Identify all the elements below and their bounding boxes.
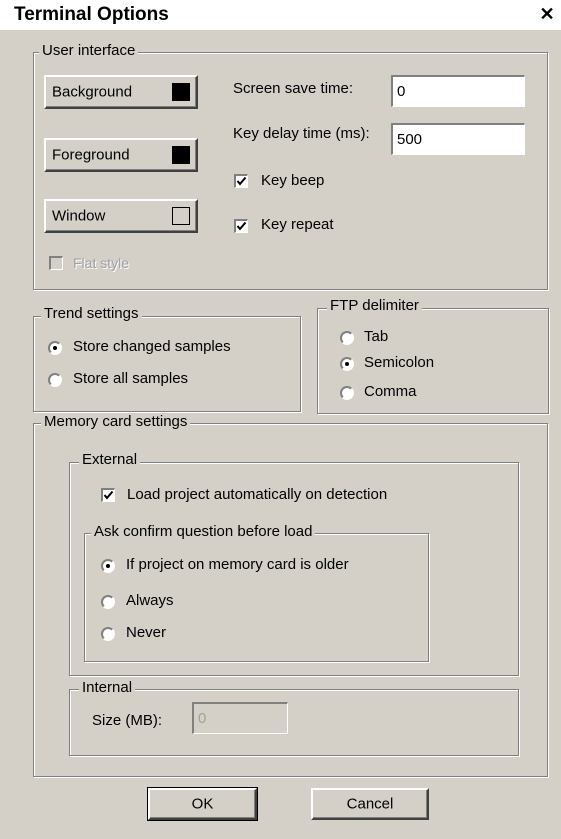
internal-legend: Internal [79,679,136,697]
store-changed-samples-radio[interactable] [48,341,62,355]
screen-save-label: Screen save time: [233,80,354,97]
ftp-tab-radio[interactable] [340,331,354,345]
key-delay-input[interactable] [391,123,525,155]
store-all-samples-radio[interactable] [48,373,62,387]
ftp-comma-radio[interactable] [340,386,354,400]
window-button[interactable]: Window [44,199,198,233]
close-icon[interactable]: ✕ [539,5,555,23]
trend-settings-group [33,316,301,412]
title-bar: Terminal Options ✕ [0,0,561,30]
background-color-swatch [172,83,190,101]
key-beep-checkbox[interactable] [234,174,248,188]
ok-button-label: OK [191,795,214,813]
confirm-never-radio[interactable] [101,627,115,641]
cancel-button[interactable]: Cancel [311,788,429,820]
load-project-auto-label: Load project automatically on detection [127,486,388,503]
internal-size-input[interactable] [192,702,288,734]
screen-save-input[interactable] [391,75,525,107]
window-color-swatch [172,207,190,225]
load-project-auto-checkbox[interactable] [101,488,115,502]
ask-confirm-legend: Ask confirm question before load [91,523,316,541]
ftp-tab-label: Tab [364,328,389,345]
flat-style-checkbox[interactable] [49,256,63,270]
key-beep-label: Key beep [261,172,325,189]
ftp-semicolon-radio[interactable] [340,357,354,371]
confirm-always-label: Always [126,592,174,609]
confirm-if-older-radio[interactable] [101,559,115,573]
foreground-color-swatch [172,146,190,164]
trend-settings-legend: Trend settings [41,305,142,323]
key-repeat-label: Key repeat [261,216,334,233]
ok-button[interactable]: OK [147,787,258,821]
store-changed-samples-label: Store changed samples [73,338,231,355]
background-button[interactable]: Background [44,75,198,109]
external-legend: External [79,451,141,469]
background-button-label: Background [52,83,133,101]
confirm-always-radio[interactable] [101,595,115,609]
store-all-samples-label: Store all samples [73,370,189,387]
key-repeat-checkbox[interactable] [234,219,248,233]
user-interface-legend: User interface [39,42,139,60]
flat-style-label: Flat style [73,255,130,271]
ftp-delimiter-legend: FTP delimiter [327,297,422,315]
cancel-button-label: Cancel [346,795,394,813]
window-title: Terminal Options [14,4,169,25]
terminal-options-dialog: Terminal Options ✕ User interface Backgr… [0,0,561,839]
key-delay-label: Key delay time (ms): [233,125,370,142]
window-button-label: Window [52,207,106,225]
internal-size-label: Size (MB): [92,712,163,729]
ftp-comma-label: Comma [364,383,417,400]
foreground-button-label: Foreground [52,146,130,164]
foreground-button[interactable]: Foreground [44,138,198,172]
confirm-never-label: Never [126,624,167,641]
memory-card-settings-legend: Memory card settings [41,413,191,431]
confirm-if-older-label: If project on memory card is older [126,556,349,573]
ftp-semicolon-label: Semicolon [364,354,435,371]
